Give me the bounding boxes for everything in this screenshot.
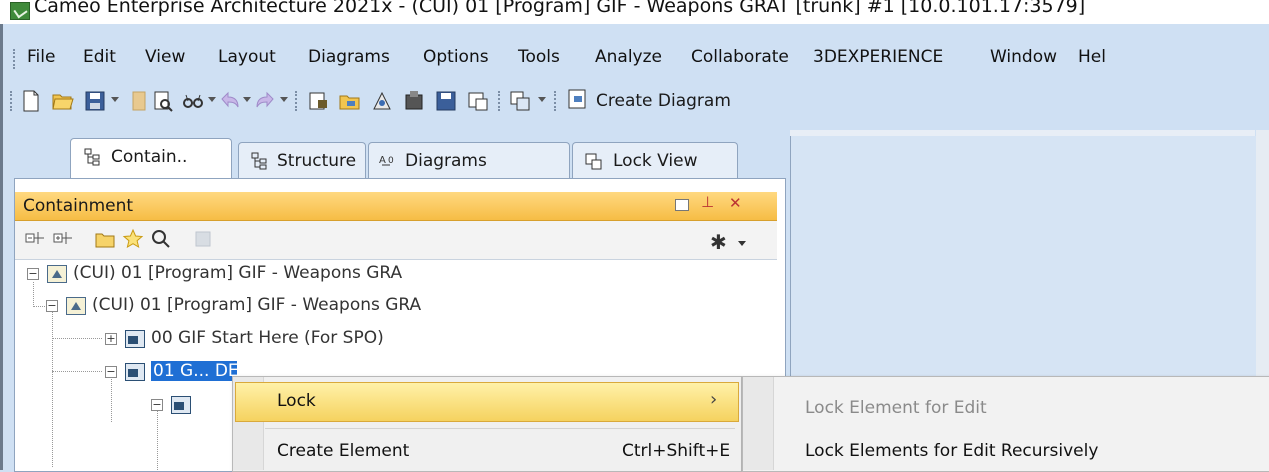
tree-node[interactable]: + 00 GIF Start Here (For SPO) — [15, 325, 775, 355]
menu-bar: File Edit View Layout Diagrams Options T… — [3, 40, 1269, 78]
model-icon — [125, 330, 145, 348]
search-icon[interactable] — [150, 228, 172, 250]
find-dropdown-icon[interactable] — [208, 97, 216, 102]
close-icon[interactable]: ✕ — [729, 194, 742, 212]
submenu-gutter — [743, 377, 774, 470]
tab-containment-label: Contain.. — [111, 147, 188, 167]
menu-layout[interactable]: Layout — [218, 47, 276, 67]
project-icon — [66, 297, 86, 315]
diagrams-icon: A0 — [379, 155, 394, 166]
svg-text:A: A — [379, 155, 386, 166]
model-icon — [171, 396, 191, 414]
lock-element-icon[interactable] — [306, 89, 330, 113]
tree-node[interactable]: − (CUI) 01 [Program] GIF - Weapons GRA — [15, 292, 775, 322]
favorite-icon[interactable] — [122, 228, 144, 250]
menu-analyze[interactable]: Analyze — [595, 47, 662, 67]
menu-item-lock-label: Lock — [277, 391, 316, 411]
tab-lock-view[interactable]: Lock View — [572, 142, 738, 178]
gear-icon[interactable]: ✱ — [710, 230, 727, 254]
tree-node-label: 00 GIF Start Here (For SPO) — [151, 328, 384, 348]
tab-diagrams-label: Diagrams — [405, 151, 487, 171]
menu-options[interactable]: Options — [423, 47, 489, 67]
tree-node[interactable]: − (CUI) 01 [Program] GIF - Weapons GRA — [15, 260, 775, 290]
model-icon — [125, 363, 145, 381]
filter-icon[interactable] — [192, 228, 214, 250]
lock-view-toolbar-icon[interactable] — [466, 89, 490, 113]
menu-file[interactable]: File — [27, 47, 55, 67]
menu-window[interactable]: Window — [990, 47, 1057, 67]
commit-icon[interactable] — [370, 89, 394, 113]
redo-dropdown-icon[interactable] — [280, 97, 288, 102]
float-icon[interactable] — [675, 199, 689, 211]
containment-icon — [84, 148, 100, 166]
toolbar-grip[interactable] — [10, 91, 15, 111]
open-icon[interactable] — [94, 228, 116, 250]
open-project-icon[interactable] — [338, 89, 362, 113]
window-title: Cameo Enterprise Architecture 2021x - (C… — [34, 0, 1086, 17]
lock-view-icon — [585, 153, 602, 170]
expand-toggle[interactable]: + — [105, 333, 117, 345]
toolbar-grip[interactable] — [554, 91, 559, 111]
menubar-grip[interactable] — [13, 49, 18, 69]
save-icon[interactable] — [83, 89, 107, 113]
main-toolbar: Create Diagram — [3, 81, 1269, 121]
collapse-toggle[interactable]: − — [105, 366, 117, 378]
undo-icon[interactable] — [218, 89, 242, 113]
menu-3dexperience[interactable]: 3DEXPERIENCE — [813, 47, 943, 67]
copy-diagram-dropdown-icon[interactable] — [538, 97, 546, 102]
submenu-arrow-icon: › — [710, 389, 718, 410]
new-file-icon[interactable] — [19, 89, 43, 113]
title-bar: Cameo Enterprise Architecture 2021x - (C… — [0, 0, 1269, 24]
toolbar-grip[interactable] — [295, 91, 300, 111]
menu-item-shortcut: Ctrl+Shift+E — [622, 441, 731, 461]
toolbar-grip[interactable] — [498, 91, 503, 111]
tree-node-label: (CUI) 01 [Program] GIF - Weapons GRA — [73, 263, 403, 283]
tab-structure[interactable]: Structure — [238, 142, 366, 178]
tab-containment[interactable]: Contain.. — [70, 138, 232, 179]
open-folder-icon[interactable] — [51, 89, 75, 113]
project-icon — [47, 265, 67, 283]
menu-item-lock-elements-recursively[interactable]: Lock Elements for Edit Recursively — [805, 441, 1098, 461]
save-project-icon[interactable] — [434, 89, 458, 113]
create-diagram-icon[interactable] — [566, 87, 590, 111]
collapse-toggle[interactable]: − — [27, 268, 39, 280]
app-logo-icon — [10, 2, 30, 20]
pin-icon[interactable]: ⊥ — [701, 193, 714, 211]
panel-title: Containment — [23, 196, 134, 216]
menu-collaborate[interactable]: Collaborate — [691, 47, 789, 67]
tab-lock-view-label: Lock View — [613, 151, 698, 171]
structure-icon — [251, 152, 267, 170]
collapse-toggle[interactable]: − — [151, 399, 163, 411]
expand-all-icon[interactable] — [52, 228, 74, 250]
tab-structure-label: Structure — [277, 151, 357, 171]
print-icon[interactable] — [127, 89, 151, 113]
update-icon[interactable] — [402, 89, 426, 113]
collapse-toggle[interactable]: − — [46, 300, 58, 312]
menu-tools[interactable]: Tools — [518, 47, 560, 67]
menu-item-lock-element-for-edit[interactable]: Lock Element for Edit — [805, 398, 987, 418]
menu-item-create-element[interactable]: Create Element — [277, 441, 409, 461]
menu-diagrams[interactable]: Diagrams — [308, 47, 390, 67]
redo-icon[interactable] — [253, 89, 277, 113]
undo-dropdown-icon[interactable] — [243, 97, 251, 102]
collapse-all-icon[interactable] — [24, 228, 46, 250]
copy-diagram-icon[interactable] — [508, 89, 532, 113]
tree-node-label: 01 G... DED (RFI/Ins...ions...the...for … — [151, 361, 237, 381]
create-diagram-button[interactable]: Create Diagram — [596, 91, 731, 111]
menu-separator — [265, 428, 735, 429]
menu-view[interactable]: View — [145, 47, 185, 67]
tree-node-label: (CUI) 01 [Program] GIF - Weapons GRA — [92, 295, 422, 315]
menu-help[interactable]: Hel — [1078, 47, 1106, 67]
gear-dropdown-icon[interactable] — [738, 241, 746, 246]
find-icon[interactable] — [181, 89, 205, 113]
menu-edit[interactable]: Edit — [83, 47, 116, 67]
tab-diagrams[interactable]: A0 Diagrams — [368, 142, 570, 178]
print-preview-icon[interactable] — [151, 89, 175, 113]
save-dropdown-icon[interactable] — [111, 97, 119, 102]
